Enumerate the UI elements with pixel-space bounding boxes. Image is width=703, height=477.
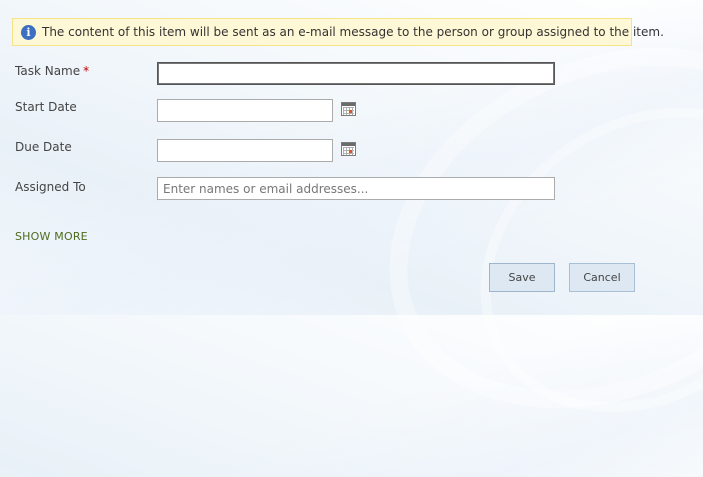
save-button[interactable]: Save	[489, 263, 555, 292]
task-form-page: { "info_bar": { "icon": "info-icon", "ic…	[0, 0, 703, 477]
required-marker: *	[83, 64, 90, 78]
assigned-to-label: Assigned To	[15, 180, 86, 194]
info-icon: i	[21, 24, 36, 40]
background-decoration	[421, 44, 703, 476]
assigned-to-input[interactable]	[157, 177, 555, 200]
due-date-label: Due Date	[15, 140, 72, 154]
due-date-calendar-icon[interactable]	[341, 142, 356, 156]
info-message-bar: i The content of this item will be sent …	[12, 18, 664, 46]
cancel-button[interactable]: Cancel	[569, 263, 635, 292]
info-message-text: The content of this item will be sent as…	[42, 25, 664, 39]
start-date-label: Start Date	[15, 100, 77, 114]
start-date-calendar-icon[interactable]	[341, 102, 356, 116]
task-name-label: Task Name *	[15, 64, 89, 78]
due-date-input[interactable]	[157, 139, 333, 162]
task-name-input[interactable]	[157, 62, 555, 85]
task-name-label-text: Task Name	[15, 64, 81, 78]
show-more-link[interactable]: SHOW MORE	[15, 230, 88, 243]
start-date-input[interactable]	[157, 99, 333, 122]
